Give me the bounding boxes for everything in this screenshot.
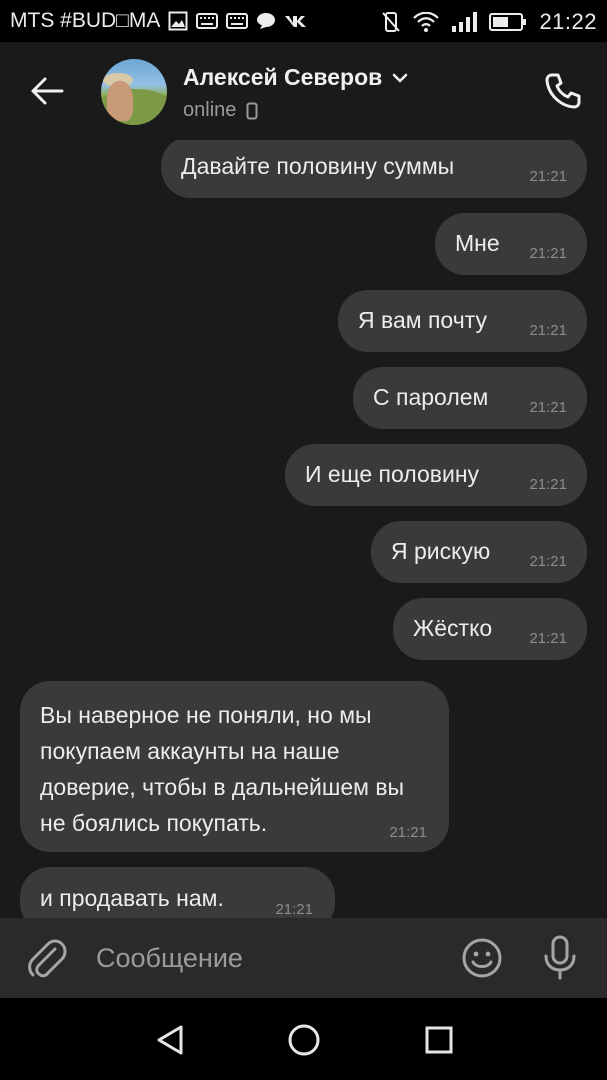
message-text: Я вам почту xyxy=(358,307,487,333)
message-text: С паролем xyxy=(373,384,489,410)
keyboard-icon xyxy=(226,13,249,29)
arrow-left-icon xyxy=(31,77,64,105)
message-bubble[interactable]: И еще половину 21:21 xyxy=(285,444,587,506)
paperclip-icon xyxy=(28,939,67,978)
message-text: и продавать нам. xyxy=(40,885,224,911)
nav-home-button[interactable] xyxy=(284,1020,324,1060)
message-bubble[interactable]: С паролем 21:21 xyxy=(353,367,587,429)
chat-header: Алексей Северов online xyxy=(0,42,607,140)
back-triangle-icon xyxy=(157,1025,183,1055)
battery-icon xyxy=(489,12,527,32)
message-time: 21:21 xyxy=(275,901,313,918)
home-circle-icon xyxy=(288,1024,320,1056)
message-time: 21:21 xyxy=(529,245,567,262)
message-composer xyxy=(0,918,607,998)
message-list[interactable]: Давайте половину суммы 21:21 Мне 21:21 Я… xyxy=(0,140,607,918)
attach-button[interactable] xyxy=(22,934,70,982)
message-bubble[interactable]: Давайте половину суммы 21:21 xyxy=(161,140,587,198)
system-navigation-bar xyxy=(0,998,607,1080)
image-icon xyxy=(168,11,188,31)
voice-message-button[interactable] xyxy=(537,933,583,983)
message-bubble[interactable]: Вы наверное не поняли, но мы покупаем ак… xyxy=(20,681,449,852)
wifi-icon xyxy=(413,12,440,32)
contact-name-button[interactable]: Алексей Северов xyxy=(183,64,408,91)
message-time: 21:21 xyxy=(529,476,567,493)
mobile-phone-icon xyxy=(246,102,258,119)
message-time: 21:21 xyxy=(529,630,567,647)
back-button[interactable] xyxy=(22,68,72,114)
message-bubble[interactable]: и продавать нам. 21:21 xyxy=(20,867,335,918)
status-label: online xyxy=(183,99,237,121)
contact-name: Алексей Северов xyxy=(183,64,383,90)
carrier-label: MTS #BUD□MA xyxy=(10,9,161,32)
vibrate-off-icon xyxy=(381,11,401,33)
message-input[interactable] xyxy=(96,938,436,978)
chat-bubble-icon xyxy=(256,12,276,30)
nav-back-button[interactable] xyxy=(150,1020,190,1060)
message-time: 21:21 xyxy=(529,553,567,570)
message-time: 21:21 xyxy=(529,322,567,339)
message-time: 21:21 xyxy=(529,399,567,416)
message-time: 21:21 xyxy=(529,168,567,185)
status-bar-left: MTS #BUD□MA xyxy=(10,9,308,33)
message-text: Жёстко xyxy=(413,615,493,641)
avatar[interactable] xyxy=(101,59,167,125)
phone-icon xyxy=(545,73,581,109)
message-bubble[interactable]: Я вам почту 21:21 xyxy=(338,290,587,352)
chevron-down-icon xyxy=(393,73,408,82)
microphone-icon xyxy=(544,935,576,980)
message-text: Давайте половину суммы xyxy=(181,153,455,179)
status-bar-right: 21:22 xyxy=(381,9,597,35)
call-button[interactable] xyxy=(538,68,588,114)
message-text: Я рискую xyxy=(391,538,491,564)
status-bar: MTS #BUD□MA 21:22 xyxy=(0,0,607,42)
message-bubble[interactable]: Мне 21:21 xyxy=(435,213,587,275)
clock: 21:22 xyxy=(539,9,597,34)
message-bubble[interactable]: Жёстко 21:21 xyxy=(393,598,587,660)
message-bubble[interactable]: Я рискую 21:21 xyxy=(371,521,587,583)
nav-recents-button[interactable] xyxy=(419,1020,459,1060)
message-text: Мне xyxy=(455,230,500,256)
message-time: 21:21 xyxy=(389,824,427,841)
keyboard-icon xyxy=(196,13,219,29)
signal-icon xyxy=(451,12,478,32)
vk-icon xyxy=(284,14,308,28)
recents-square-icon xyxy=(425,1026,453,1054)
smile-icon xyxy=(462,938,502,978)
contact-status: online xyxy=(183,99,258,122)
emoji-button[interactable] xyxy=(459,935,505,981)
message-text: И еще половину xyxy=(305,461,480,487)
message-text: Вы наверное не поняли, но мы покупаем ак… xyxy=(40,702,405,836)
